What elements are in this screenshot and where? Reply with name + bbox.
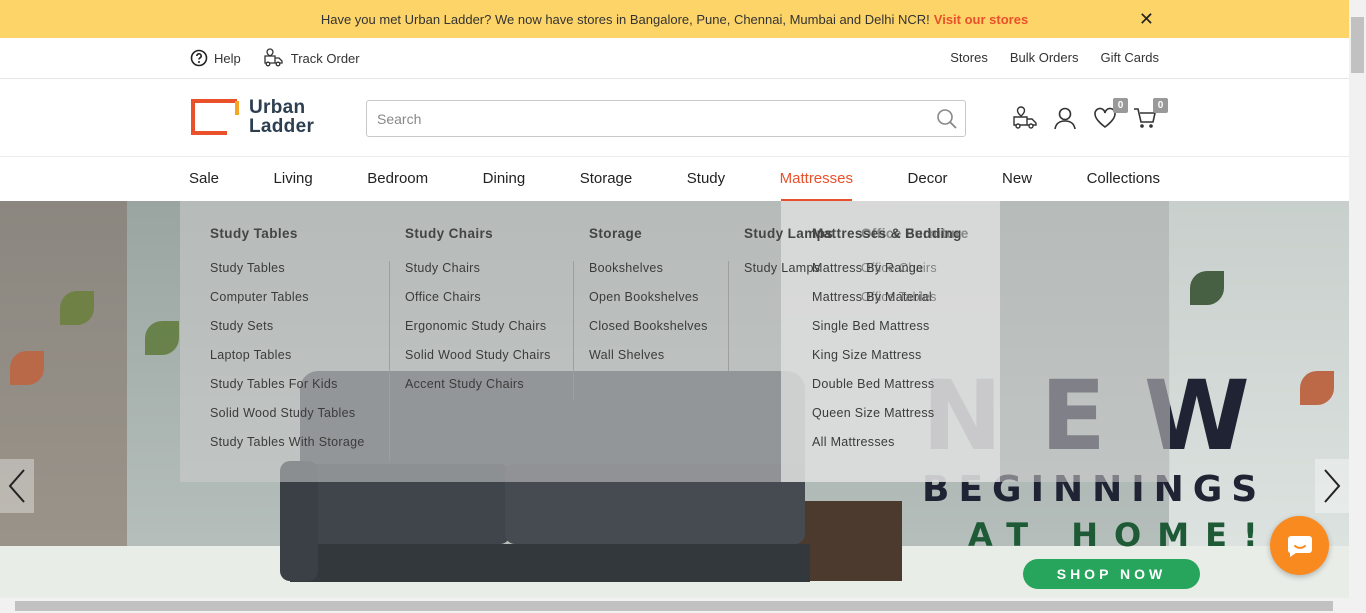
menu-link[interactable]: Study Chairs (405, 261, 551, 290)
store-locator-button[interactable] (1012, 105, 1038, 131)
menu-link[interactable]: King Size Mattress (812, 348, 962, 377)
menu-link[interactable]: Double Bed Mattress (812, 377, 962, 406)
menu-column-storage: Storage Bookshelves Open Bookshelves Clo… (589, 226, 708, 377)
menu-link[interactable]: Office Chairs (405, 290, 551, 319)
menu-divider (573, 261, 574, 401)
carousel-next-button[interactable] (1315, 459, 1349, 513)
logo-mark-icon (191, 99, 239, 135)
menu-link[interactable]: Solid Wood Study Chairs (405, 348, 551, 377)
horizontal-scrollbar-thumb[interactable] (15, 601, 1333, 611)
wishlist-button[interactable]: 0 (1092, 98, 1128, 131)
nav-item-storage[interactable]: Storage (580, 170, 633, 187)
nav-item-living[interactable]: Living (274, 170, 313, 187)
wishlist-count-badge: 0 (1113, 98, 1128, 113)
nav-item-sale[interactable]: Sale (189, 170, 219, 187)
horizontal-scrollbar[interactable] (0, 598, 1349, 613)
menu-link[interactable]: Closed Bookshelves (589, 319, 708, 348)
chat-icon (1287, 535, 1312, 557)
nav-item-collections[interactable]: Collections (1087, 170, 1160, 187)
site-header: Urban Ladder 0 0 (0, 79, 1349, 157)
nav-item-bedroom[interactable]: Bedroom (367, 170, 428, 187)
sofa-base (290, 544, 810, 582)
menu-link[interactable]: Study Sets (210, 319, 365, 348)
bulk-orders-link[interactable]: Bulk Orders (1010, 50, 1079, 65)
cart-button[interactable]: 0 (1132, 98, 1168, 131)
menu-link[interactable]: Study Tables For Kids (210, 377, 365, 406)
track-order-link[interactable]: Track Order (263, 48, 360, 68)
gift-cards-link[interactable]: Gift Cards (1100, 50, 1159, 65)
menu-link[interactable]: Mattress By Range (812, 261, 962, 290)
menu-link[interactable]: Ergonomic Study Chairs (405, 319, 551, 348)
utility-bar: Help Track Order Stores Bulk Orders Gift… (0, 38, 1349, 79)
menu-divider (389, 261, 390, 461)
hero-subtitle-2: AT HOME! (968, 516, 1274, 554)
main-nav: Sale Living Bedroom Dining Storage Study… (0, 158, 1349, 201)
menu-link[interactable]: All Mattresses (812, 435, 962, 464)
search-icon[interactable] (936, 108, 958, 130)
visit-stores-link[interactable]: Visit our stores (934, 12, 1028, 27)
help-icon (190, 49, 208, 67)
announcement-text: Have you met Urban Ladder? We now have s… (320, 11, 930, 27)
menu-link[interactable]: Study Tables With Storage (210, 435, 365, 464)
menu-column-mattresses: Mattresses & Bedding Mattress By Range M… (812, 226, 962, 464)
account-button[interactable] (1052, 105, 1078, 131)
logo-text: Urban Ladder (249, 98, 314, 136)
logo-line-1: Urban (249, 97, 306, 118)
menu-heading[interactable]: Mattresses & Bedding (812, 226, 962, 241)
user-icon (1054, 107, 1076, 130)
menu-link[interactable]: Study Tables (210, 261, 365, 290)
search-box (366, 100, 966, 137)
chevron-left-icon (8, 469, 25, 503)
store-locator-icon (1013, 106, 1037, 129)
leaf-decoration (1190, 271, 1224, 305)
logo[interactable]: Urban Ladder (191, 98, 314, 136)
leaf-decoration (145, 321, 179, 355)
cart-count-badge: 0 (1153, 98, 1168, 113)
logo-line-2: Ladder (249, 116, 315, 137)
leaf-decoration (10, 351, 44, 385)
announcement-bar: Have you met Urban Ladder? We now have s… (0, 0, 1349, 38)
help-link[interactable]: Help (190, 48, 241, 68)
mega-menu: Study Tables Study Tables Computer Table… (180, 201, 1170, 482)
menu-heading[interactable]: Storage (589, 226, 708, 241)
stores-link[interactable]: Stores (950, 50, 988, 65)
leaf-decoration (1300, 371, 1334, 405)
menu-link[interactable]: Laptop Tables (210, 348, 365, 377)
vertical-scrollbar[interactable] (1349, 0, 1366, 613)
leaf-decoration (60, 291, 94, 325)
menu-link[interactable]: Queen Size Mattress (812, 406, 962, 435)
menu-heading[interactable]: Study Chairs (405, 226, 551, 241)
menu-link[interactable]: Open Bookshelves (589, 290, 708, 319)
chevron-right-icon (1324, 469, 1341, 503)
track-order-icon (264, 48, 283, 67)
menu-link[interactable]: Mattress By Material (812, 290, 962, 319)
track-order-label: Track Order (290, 50, 360, 66)
help-label: Help (214, 50, 241, 66)
nav-item-dining[interactable]: Dining (483, 170, 526, 187)
vertical-scrollbar-thumb[interactable] (1351, 17, 1364, 73)
menu-link[interactable]: Accent Study Chairs (405, 377, 551, 406)
nav-item-new[interactable]: New (1002, 170, 1032, 187)
header-icons: 0 0 (1012, 98, 1168, 131)
search-input[interactable] (367, 101, 927, 136)
hero-left-panel (0, 201, 127, 598)
nav-item-study[interactable]: Study (687, 170, 725, 187)
menu-heading[interactable]: Study Tables (210, 226, 365, 241)
menu-link[interactable]: Single Bed Mattress (812, 319, 962, 348)
menu-column-study-chairs: Study Chairs Study Chairs Office Chairs … (405, 226, 551, 406)
close-icon[interactable]: ✕ (1139, 9, 1154, 30)
chat-button[interactable] (1270, 516, 1329, 575)
menu-link[interactable]: Solid Wood Study Tables (210, 406, 365, 435)
menu-link[interactable]: Wall Shelves (589, 348, 708, 377)
nav-item-mattresses[interactable]: Mattresses (780, 170, 853, 187)
menu-column-study-tables: Study Tables Study Tables Computer Table… (210, 226, 365, 464)
menu-link[interactable]: Computer Tables (210, 290, 365, 319)
menu-link[interactable]: Bookshelves (589, 261, 708, 290)
carousel-prev-button[interactable] (0, 459, 34, 513)
nav-item-decor[interactable]: Decor (908, 170, 948, 187)
shop-now-button[interactable]: SHOP NOW (1023, 559, 1200, 589)
menu-divider (728, 261, 729, 371)
